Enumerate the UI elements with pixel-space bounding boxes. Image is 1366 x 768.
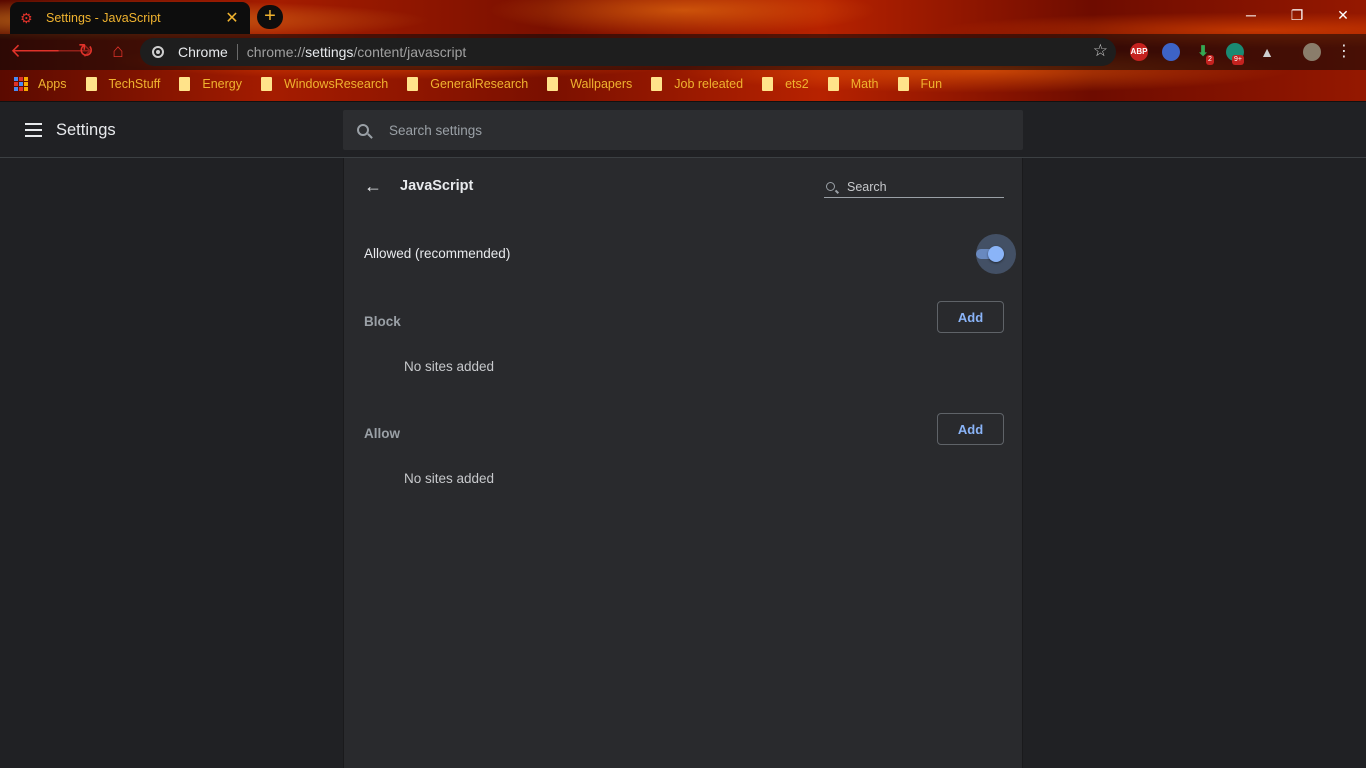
allow-title: Allow	[364, 426, 400, 441]
browser-toolbar: 🡐 🡒 ↻ ⌂ Chrome chrome://settings/content…	[0, 34, 1366, 70]
bookmark-folder[interactable]: Fun	[897, 77, 942, 91]
drive-extension-icon[interactable]: ▲	[1258, 43, 1276, 61]
bookmark-folder[interactable]: TechStuff	[85, 77, 160, 91]
window-controls: ─ ❐ ✕	[1228, 0, 1366, 30]
chrome-icon	[152, 46, 164, 58]
block-empty-text: No sites added	[404, 359, 495, 374]
folder-icon	[261, 77, 272, 91]
back-icon[interactable]: 🡐	[10, 40, 61, 64]
block-add-button[interactable]: Add	[937, 301, 1004, 333]
allow-section: Allow Add No sites added	[344, 413, 1024, 513]
address-bar[interactable]: Chrome chrome://settings/content/javascr…	[140, 38, 1116, 66]
allowed-toggle[interactable]	[976, 234, 1016, 274]
folder-icon	[651, 77, 663, 91]
window-close-button[interactable]: ✕	[1320, 0, 1366, 30]
hamburger-menu-icon[interactable]	[25, 123, 42, 137]
home-icon[interactable]: ⌂	[106, 40, 130, 64]
allowed-row: Allowed (recommended)	[344, 234, 1024, 274]
block-title: Block	[364, 314, 401, 329]
bookmark-folder[interactable]: Math	[827, 77, 879, 91]
reload-icon[interactable]: ↻	[74, 40, 98, 64]
folder-icon	[827, 77, 839, 91]
allowed-label: Allowed (recommended)	[364, 246, 511, 261]
forward-icon[interactable]: 🡒	[42, 40, 93, 64]
folder-icon	[85, 77, 97, 91]
tab-settings-javascript[interactable]: ⚙ Settings - JavaScript ✕	[10, 2, 250, 34]
search-settings-input[interactable]	[389, 122, 949, 138]
allow-add-button[interactable]: Add	[937, 413, 1004, 445]
subpage-header: ← JavaScript	[344, 158, 1024, 216]
more-menu-icon[interactable]: ⋮	[1336, 42, 1352, 62]
apps-grid-icon	[14, 77, 28, 91]
page-title: JavaScript	[400, 178, 474, 194]
omnibox-label: Chrome	[178, 44, 228, 60]
maximize-button[interactable]: ❐	[1274, 0, 1320, 30]
search-icon	[357, 124, 369, 136]
avatar[interactable]	[1303, 43, 1321, 61]
search-icon	[826, 182, 835, 191]
search-settings-box	[343, 110, 1023, 150]
extension-badge: 9+	[1232, 55, 1244, 65]
extension-badge: 2	[1206, 55, 1214, 65]
javascript-settings-card: ← JavaScript Allowed (recommended) Block…	[343, 158, 1023, 768]
settings-header: Settings	[0, 102, 1366, 158]
bookmark-folder[interactable]: Wallpapers	[547, 77, 632, 91]
browser-frame: ⚙ Settings - JavaScript ✕ + ─ ❐ ✕ 🡐 🡒 ↻ …	[0, 0, 1366, 102]
bookmark-folder[interactable]: GeneralResearch	[407, 77, 528, 91]
bookmark-folder[interactable]: Job releated	[651, 77, 743, 91]
adblock-extension-icon[interactable]: ABP	[1130, 43, 1148, 61]
bookmark-apps[interactable]: Apps	[14, 77, 67, 91]
bookmark-folder[interactable]: Energy	[179, 77, 242, 91]
bookmark-star-icon[interactable]: ☆	[1093, 41, 1108, 61]
new-tab-button[interactable]: +	[257, 5, 283, 29]
omnibox-divider	[236, 44, 238, 60]
folder-icon	[897, 77, 909, 91]
folder-icon	[547, 77, 559, 91]
subpage-search	[824, 176, 1004, 198]
folder-icon	[407, 77, 419, 91]
gear-icon: ⚙	[20, 10, 33, 26]
folder-icon	[762, 77, 774, 91]
allow-empty-text: No sites added	[404, 471, 495, 486]
extension-icon[interactable]	[1162, 43, 1180, 61]
minimize-button[interactable]: ─	[1228, 0, 1274, 30]
block-section: Block Add No sites added	[344, 301, 1024, 401]
toggle-knob	[988, 246, 1004, 262]
folder-icon	[179, 77, 191, 91]
back-arrow-icon[interactable]: ←	[364, 175, 382, 197]
subpage-search-input[interactable]	[847, 179, 997, 194]
omnibox-url: chrome://settings/content/javascript	[246, 44, 467, 60]
bookmark-folder[interactable]: WindowsResearch	[261, 77, 388, 91]
tab-title: Settings - JavaScript	[46, 11, 161, 25]
tab-strip: ⚙ Settings - JavaScript ✕ + ─ ❐ ✕	[0, 0, 1366, 34]
settings-title: Settings	[56, 121, 116, 139]
bookmarks-bar: Apps TechStuff Energy WindowsResearch Ge…	[0, 70, 1366, 98]
tab-close-icon[interactable]: ✕	[224, 8, 240, 28]
bookmark-folder[interactable]: ets2	[762, 77, 809, 91]
